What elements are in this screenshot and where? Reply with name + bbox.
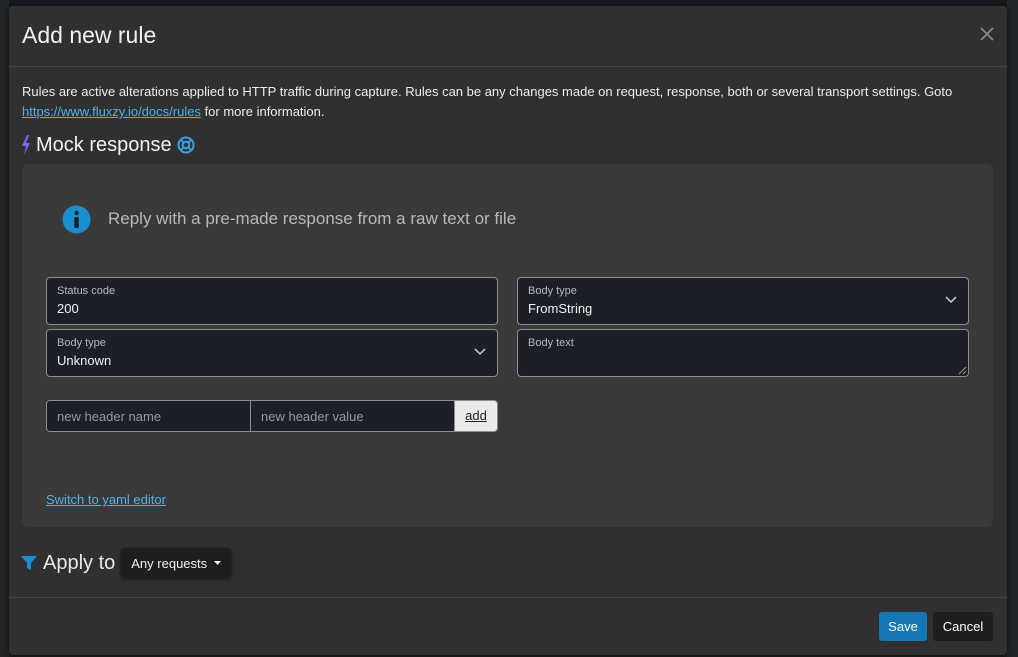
intro-body: Rules are active alterations applied to … (22, 84, 953, 99)
info-icon (62, 205, 91, 233)
chevron-down-icon (945, 296, 957, 304)
apply-to-value: Any requests (131, 555, 208, 571)
header-input-group: new header name new header value add (46, 400, 498, 432)
background-right-strip (1007, 0, 1018, 657)
dialog-title: Add new rule (22, 22, 157, 48)
chevron-down-icon (474, 348, 486, 356)
filter-icon (21, 556, 37, 570)
help-lifebuoy-icon[interactable] (177, 136, 195, 154)
resize-handle-icon[interactable] (958, 366, 967, 375)
status-code-label: Status code (57, 285, 116, 297)
status-code-value: 200 (57, 301, 79, 316)
body-type-value: FromString (528, 301, 593, 316)
body-type-select[interactable]: Body type FromString (517, 277, 969, 325)
background-left-strip (0, 0, 9, 657)
close-icon[interactable] (977, 24, 997, 44)
apply-to-dropdown[interactable]: Any requests (121, 548, 232, 578)
add-rule-dialog: Add new rule Rules are active alteration… (9, 6, 1007, 655)
intro-suffix: for more information. (204, 104, 325, 119)
body-type-label: Body type (528, 285, 577, 297)
switch-yaml-editor-link[interactable]: Switch to yaml editor (46, 492, 166, 507)
section-title: Mock response (36, 133, 172, 156)
info-row: Reply with a pre-made response from a ra… (62, 204, 516, 234)
footer-divider (9, 597, 1007, 598)
body-text-area[interactable]: Body text (517, 329, 969, 377)
apply-to-label: Apply to (43, 551, 116, 574)
add-header-button[interactable]: add (454, 400, 498, 432)
header-name-input[interactable]: new header name (46, 400, 251, 432)
dialog-header: Add new rule (9, 6, 1007, 67)
docs-link[interactable]: https://www.fluxzy.io/docs/rules (22, 104, 201, 119)
save-button[interactable]: Save (879, 612, 927, 641)
mock-response-card: Reply with a pre-made response from a ra… (22, 164, 993, 527)
status-code-field[interactable]: Status code 200 (46, 277, 498, 325)
apply-to-row: Apply to Any requests (21, 548, 232, 578)
info-text: Reply with a pre-made response from a ra… (108, 209, 517, 228)
body-type-secondary-label: Body type (57, 337, 106, 349)
caret-down-icon (214, 561, 222, 565)
body-type-secondary-value: Unknown (57, 353, 112, 368)
section-heading: Mock response (21, 132, 195, 158)
intro-text: Rules are active alterations applied to … (22, 82, 982, 122)
cancel-button[interactable]: Cancel (933, 612, 993, 641)
body-type-select-secondary[interactable]: Body type Unknown (46, 329, 498, 377)
body-text-label: Body text (528, 337, 574, 349)
header-value-input[interactable]: new header value (250, 400, 455, 432)
bolt-icon (22, 135, 30, 155)
